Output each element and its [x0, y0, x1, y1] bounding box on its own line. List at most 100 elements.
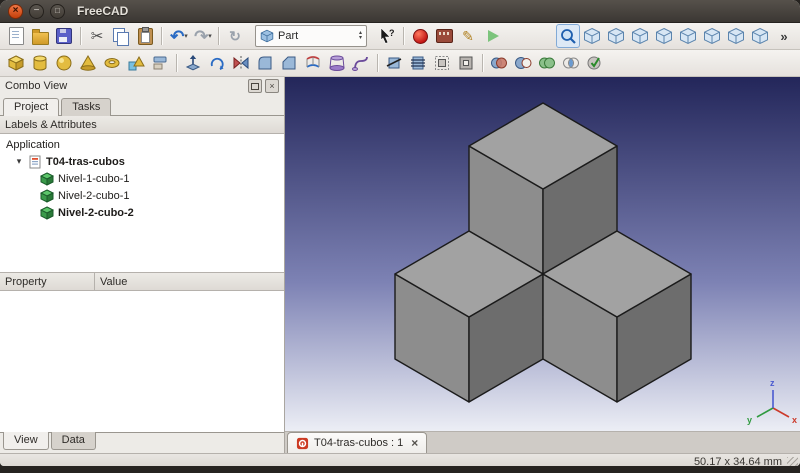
document-tab-close-icon[interactable]: ×: [411, 436, 418, 450]
minimize-window-button[interactable]: −: [29, 4, 44, 19]
tab-data[interactable]: Data: [51, 432, 96, 450]
part-box-button[interactable]: [4, 51, 28, 75]
workbench-selector[interactable]: Part ▴▾: [255, 25, 367, 47]
window-title: FreeCAD: [77, 4, 128, 18]
maximize-window-button[interactable]: □: [50, 4, 65, 19]
svg-text:z: z: [770, 378, 775, 388]
boolean-intersection-button[interactable]: [559, 51, 583, 75]
create-primitives-button[interactable]: [124, 51, 148, 75]
view-front-button[interactable]: [628, 24, 652, 48]
close-window-button[interactable]: ×: [8, 4, 23, 19]
section-button[interactable]: [382, 51, 406, 75]
sweep-button[interactable]: [349, 51, 373, 75]
chamfer-button[interactable]: [277, 51, 301, 75]
whats-this-button[interactable]: ?: [375, 24, 399, 48]
freecad-window: × − □ FreeCAD ✂ ↶▾↷▾ ↻ Part ▴▾ ? ✎ » Combo V…: [0, 0, 800, 466]
view-left-button[interactable]: [748, 24, 772, 48]
float-icon: [251, 83, 259, 90]
cross-sections-icon: [409, 54, 427, 72]
combo-view-titlebar[interactable]: Combo View ×: [0, 77, 284, 95]
paste-button[interactable]: [133, 24, 157, 48]
tree-item-nivel-1-cubo-1[interactable]: Nivel-1-cubo-1: [0, 170, 284, 187]
property-view-tabbar: View Data: [0, 432, 284, 453]
macro-record-button[interactable]: [408, 24, 432, 48]
tree-item-label: T04-tras-cubos: [46, 156, 125, 168]
float-panel-button[interactable]: [248, 79, 262, 93]
cut-icon: ✂: [88, 27, 106, 45]
boolean-union-icon: [538, 54, 556, 72]
copy-icon: [113, 28, 125, 42]
thickness-button[interactable]: [454, 51, 478, 75]
execute-macro-button[interactable]: [480, 24, 504, 48]
view-rear-icon: [703, 27, 721, 45]
document-tab[interactable]: T04-tras-cubos : 1 ×: [287, 432, 427, 453]
combo-spinner-icon[interactable]: ▴▾: [359, 31, 362, 41]
ruled-surface-icon: [304, 54, 322, 72]
cut-button[interactable]: ✂: [85, 24, 109, 48]
loft-button[interactable]: [325, 51, 349, 75]
undo-button[interactable]: ↶▾: [166, 24, 190, 48]
open-document-button[interactable]: [28, 24, 52, 48]
view-left-icon: [751, 27, 769, 45]
view-bottom-icon: [727, 27, 745, 45]
title-bar[interactable]: × − □ FreeCAD: [0, 0, 800, 23]
part-sphere-button[interactable]: [52, 51, 76, 75]
new-document-icon: [9, 27, 24, 45]
redo-button[interactable]: ↷▾: [190, 24, 214, 48]
boolean-operation-button[interactable]: [487, 51, 511, 75]
revolve-button[interactable]: [205, 51, 229, 75]
part-cone-button[interactable]: [76, 51, 100, 75]
part-cylinder-button[interactable]: [28, 51, 52, 75]
ruled-surface-button[interactable]: [301, 51, 325, 75]
view-front-icon: [631, 27, 649, 45]
expander-icon[interactable]: ▾: [14, 156, 24, 167]
toolbar-overflow-button[interactable]: »: [772, 24, 796, 48]
copy-button[interactable]: [109, 24, 133, 48]
tree-item-t04-tras-cubos[interactable]: ▾ T04-tras-cubos: [0, 153, 284, 170]
view-bottom-button[interactable]: [724, 24, 748, 48]
offset-3d-button[interactable]: [430, 51, 454, 75]
value-column-header[interactable]: Value: [95, 273, 132, 290]
view-right-button[interactable]: [676, 24, 700, 48]
resize-grip[interactable]: [787, 457, 798, 466]
new-document-button[interactable]: [4, 24, 28, 48]
macros-dialog-button[interactable]: [432, 24, 456, 48]
tab-view[interactable]: View: [3, 432, 49, 450]
part-cone-icon: [79, 54, 97, 72]
refresh-button[interactable]: ↻: [223, 24, 247, 48]
fit-all-icon: [559, 27, 577, 45]
save-document-button[interactable]: [52, 24, 76, 48]
check-geometry-button[interactable]: [583, 51, 607, 75]
shape-builder-button[interactable]: [148, 51, 172, 75]
property-column-header[interactable]: Property: [0, 273, 95, 290]
mirror-button[interactable]: [229, 51, 253, 75]
tree-item-nivel-2-cubo-1[interactable]: Nivel-2-cubo-1: [0, 187, 284, 204]
workbench-selector-value: Part: [278, 30, 355, 42]
docfile-icon: [28, 155, 42, 169]
boolean-union-button[interactable]: [535, 51, 559, 75]
boolean-intersection-icon: [562, 54, 580, 72]
status-bar: 50.17 x 34.64 mm: [0, 453, 800, 466]
viewport-dimensions: 50.17 x 34.64 mm: [694, 456, 782, 466]
fit-all-button[interactable]: [556, 24, 580, 48]
extrude-button[interactable]: [181, 51, 205, 75]
check-geometry-icon: [586, 54, 604, 72]
tab-project[interactable]: Project: [3, 98, 59, 116]
view-top-button[interactable]: [652, 24, 676, 48]
document-tab-label: T04-tras-cubos : 1: [314, 437, 403, 449]
edit-macro-button[interactable]: ✎: [456, 24, 480, 48]
cross-sections-button[interactable]: [406, 51, 430, 75]
close-panel-button[interactable]: ×: [265, 79, 279, 93]
view-rear-button[interactable]: [700, 24, 724, 48]
view-isometric-button[interactable]: [604, 24, 628, 48]
model-tree[interactable]: Application ▾ T04-tras-cubos Nivel-1-cubo-1…: [0, 134, 284, 272]
3d-viewport[interactable]: x y z: [285, 77, 800, 431]
part-sphere-icon: [55, 54, 73, 72]
tree-item-nivel-2-cubo-2[interactable]: Nivel-2-cubo-2: [0, 204, 284, 221]
draw-style-button[interactable]: [580, 24, 604, 48]
fillet-button[interactable]: [253, 51, 277, 75]
tree-item-application[interactable]: Application: [0, 136, 284, 153]
boolean-cut-button[interactable]: [511, 51, 535, 75]
part-torus-button[interactable]: [100, 51, 124, 75]
tab-tasks[interactable]: Tasks: [61, 98, 111, 116]
